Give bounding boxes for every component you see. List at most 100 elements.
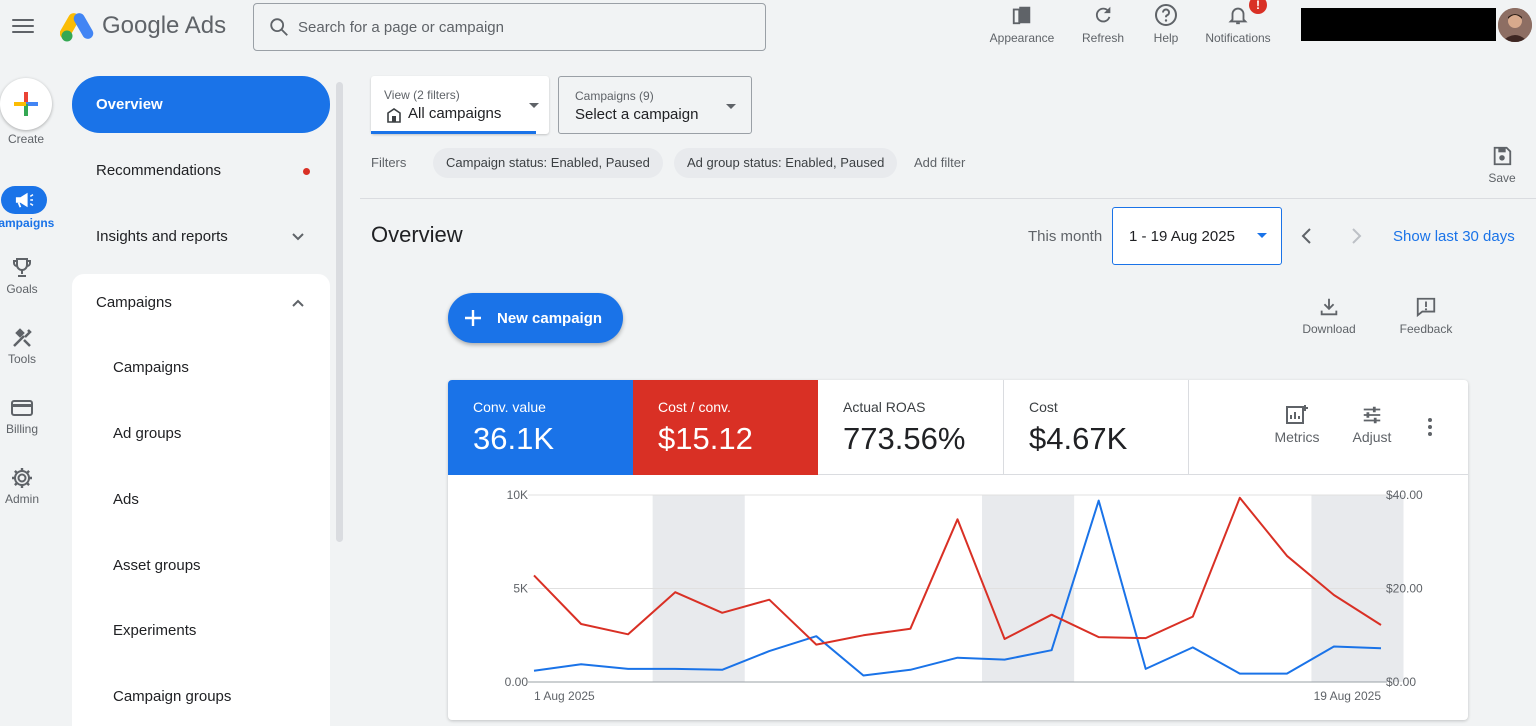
gear-icon [12, 468, 32, 488]
campaign-filter-arrow-icon [726, 104, 736, 109]
nav-overview[interactable]: Overview [72, 76, 330, 133]
building-icon [387, 108, 401, 123]
new-campaign-button[interactable]: New campaign [448, 293, 623, 343]
nav-sub-ad-groups[interactable]: Ad groups [72, 414, 330, 454]
save-icon [1493, 146, 1512, 166]
account-info[interactable] [1301, 8, 1496, 41]
nav-sub-campaign-groups[interactable]: Campaign groups [72, 677, 330, 717]
right-tick-label: $40.00 [1386, 488, 1423, 502]
rail-create[interactable]: Create [0, 78, 52, 146]
search-icon [270, 18, 288, 36]
left-tick-label: 5K [513, 582, 528, 596]
card-tools: Metrics Adjust [1189, 380, 1468, 475]
nav-scrollbar[interactable] [336, 82, 343, 542]
nav-sub-campaigns[interactable]: Campaigns [72, 348, 330, 388]
rail-admin[interactable]: Admin [0, 466, 44, 506]
rail-tools[interactable]: Tools [0, 326, 44, 366]
save-button[interactable]: Save [1480, 145, 1524, 185]
recommendations-dot [303, 168, 310, 175]
nav-recommendations-label: Recommendations [96, 162, 222, 179]
right-tick-label: $0.00 [1386, 675, 1416, 689]
campaign-filter-label: Campaigns (9) [575, 89, 654, 103]
refresh-icon [1095, 6, 1111, 23]
metric-cost[interactable]: Cost $4.67K [1004, 380, 1189, 475]
search-input[interactable] [298, 18, 738, 36]
page-title: Overview [371, 222, 463, 247]
campaign-filter-dropdown[interactable]: Campaigns (9) Select a campaign [558, 76, 752, 134]
metric-actual-roas[interactable]: Actual ROAS 773.56% [818, 380, 1004, 475]
plus-icon [13, 92, 38, 116]
avatar-image-icon [1498, 8, 1532, 42]
appearance-button[interactable]: Appearance [982, 2, 1062, 45]
new-campaign-label: New campaign [497, 309, 603, 327]
nav-campaigns-label: Campaigns [96, 294, 172, 311]
view-filter-label: View (2 filters) [384, 88, 460, 102]
filter-chip-campaign-status[interactable]: Campaign status: Enabled, Paused [433, 148, 663, 178]
metric-value: $15.12 [658, 421, 753, 456]
metric-value: 36.1K [473, 421, 555, 456]
google-ads-logo[interactable]: Google Ads [60, 10, 226, 42]
more-options-icon[interactable] [1428, 418, 1436, 438]
right-tick-label: $20.00 [1386, 582, 1423, 596]
metric-label: Actual ROAS [843, 399, 926, 415]
metric-conv-value[interactable]: Conv. value 36.1K [448, 380, 633, 475]
help-icon [1155, 4, 1177, 26]
filter-chip-ad-group-status[interactable]: Ad group status: Enabled, Paused [674, 148, 898, 178]
add-filter-button[interactable]: Add filter [914, 155, 965, 170]
nav-sub-ads[interactable]: Ads [72, 480, 330, 520]
rail-campaigns[interactable]: Campaigns [0, 186, 54, 230]
left-tick-label: 10K [507, 488, 528, 502]
credit-card-icon [11, 400, 33, 416]
view-filter-dropdown[interactable]: View (2 filters) All campaigns [371, 76, 549, 134]
search-bar[interactable] [253, 3, 766, 51]
chevron-up-icon [292, 299, 304, 307]
trophy-icon [13, 258, 31, 277]
left-tick-label: 0.00 [505, 675, 529, 689]
menu-icon[interactable] [12, 16, 34, 38]
help-button[interactable]: Help [1126, 2, 1206, 45]
nav-insights[interactable]: Insights and reports [72, 217, 330, 257]
adjust-icon [1363, 406, 1381, 424]
x-tick-label-end: 19 Aug 2025 [1314, 689, 1382, 703]
rail-billing-label: Billing [5, 422, 38, 436]
metrics-button[interactable]: Metrics [1262, 404, 1332, 445]
save-label: Save [1488, 171, 1516, 185]
notification-badge: ! [1249, 0, 1267, 14]
adjust-label: Adjust [1352, 429, 1392, 445]
date-range-picker[interactable]: 1 - 19 Aug 2025 [1112, 207, 1282, 265]
rail-admin-label: Admin [4, 492, 39, 506]
date-range-label: This month [1028, 228, 1103, 245]
chevron-left-icon[interactable] [1297, 226, 1317, 246]
plus-icon [465, 310, 481, 326]
chevron-right-icon[interactable] [1346, 226, 1366, 246]
metric-value: 773.56% [843, 421, 966, 456]
megaphone-icon [15, 192, 34, 208]
appearance-icon [1012, 6, 1031, 25]
nav-sub-asset-groups[interactable]: Asset groups [72, 546, 330, 586]
date-range-value: 1 - 19 Aug 2025 [1129, 228, 1235, 245]
feedback-label: Feedback [1399, 322, 1453, 336]
notifications-label: Notifications [1205, 31, 1271, 45]
show-last-30-days-link[interactable]: Show last 30 days [1393, 228, 1515, 245]
help-label: Help [1153, 31, 1179, 45]
download-label: Download [1302, 322, 1356, 336]
nav-campaigns[interactable]: Campaigns [72, 283, 330, 323]
metric-label: Cost [1029, 399, 1058, 415]
rail-goals[interactable]: Goals [0, 256, 44, 296]
download-button[interactable]: Download [1289, 296, 1369, 336]
nav-sub-experiments[interactable]: Experiments [72, 611, 330, 651]
performance-card: Conv. value 36.1K Cost / conv. $15.12 Ac… [448, 380, 1468, 720]
feedback-button[interactable]: Feedback [1386, 296, 1466, 336]
metrics-label: Metrics [1274, 429, 1320, 445]
campaign-filter-value: Select a campaign [575, 106, 699, 123]
notifications-button[interactable]: ! Notifications [1198, 0, 1278, 45]
rail-billing[interactable]: Billing [0, 396, 44, 436]
nav-recommendations[interactable]: Recommendations [72, 151, 330, 191]
avatar[interactable] [1498, 8, 1532, 42]
metrics-icon [1286, 405, 1308, 424]
rail-goals-label: Goals [6, 282, 38, 296]
metric-label: Cost / conv. [658, 399, 731, 415]
adjust-button[interactable]: Adjust [1337, 404, 1407, 445]
view-filter-arrow-icon [529, 103, 539, 108]
metric-cost-per-conv[interactable]: Cost / conv. $15.12 [633, 380, 818, 475]
